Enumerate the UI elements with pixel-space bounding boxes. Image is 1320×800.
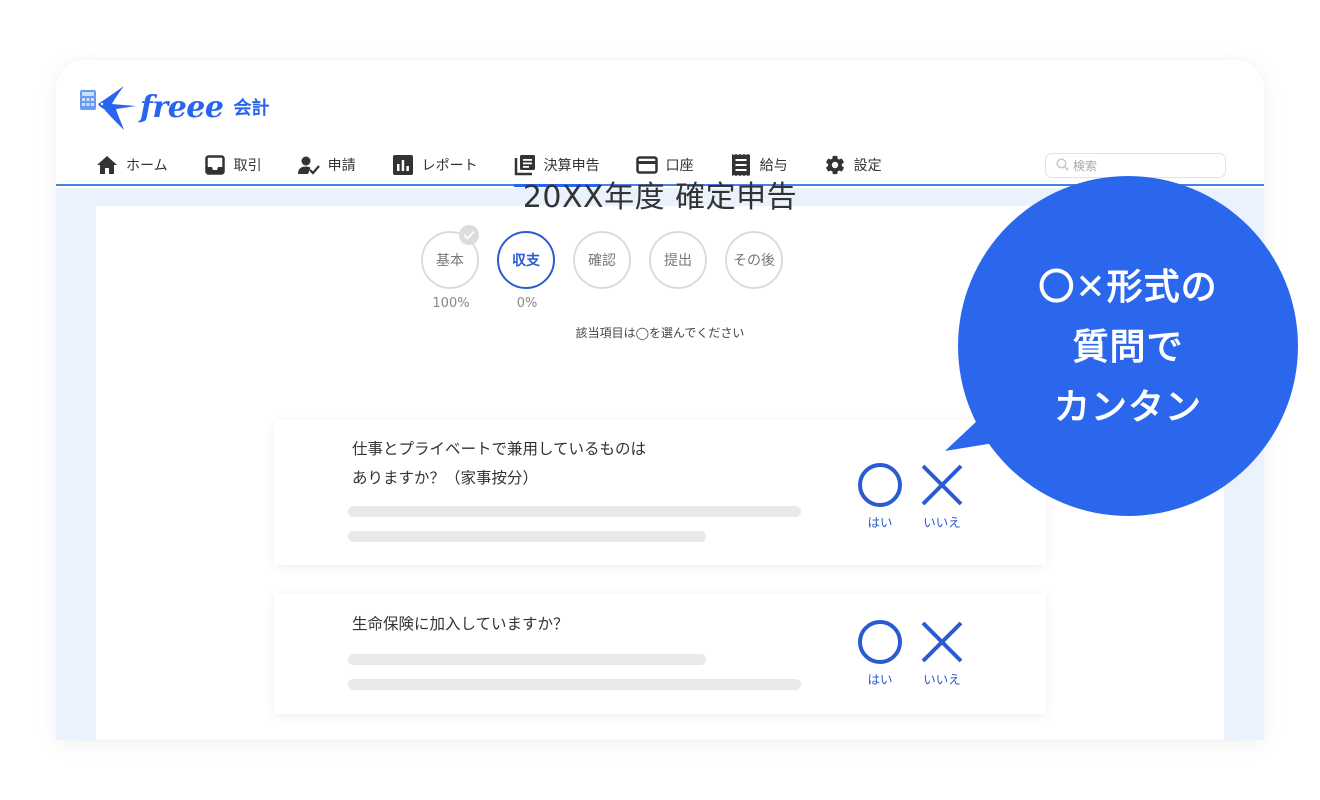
yes-button[interactable]: はい [852,462,908,531]
callout-text: 〇✕形式の 質問で カンタン [957,258,1299,438]
callout-line: カンタン [1053,387,1202,428]
step-progress [649,296,709,312]
progress-steps: 基本 100% 収支 0% 確認 提出 その後 [421,225,801,312]
cross-mark-icon [921,621,963,663]
question-line: 仕事とプライベートで兼用しているものは [352,440,647,458]
search-input[interactable] [1073,158,1213,173]
circle-mark-icon [858,620,902,664]
step-progress: 0% [516,296,538,311]
skeleton-line [348,506,801,517]
yes-label: はい [867,672,893,687]
step-progress [573,296,633,312]
freee-logo[interactable]: freee 会計 [78,82,269,132]
no-label: いいえ [923,515,961,530]
no-button[interactable]: いいえ [914,619,970,688]
skeleton-line [348,679,801,690]
question-text: 生命保険に加入していますか？ [352,610,569,639]
step-submit[interactable]: 提出 [649,231,709,312]
step-circle[interactable]: その後 [725,231,783,289]
step-circle[interactable]: 収支 [497,231,555,289]
yes-label: はい [867,515,893,530]
brand-name: freee [140,89,224,125]
yes-button[interactable]: はい [852,619,908,688]
step-after[interactable]: その後 [725,231,785,312]
skeleton-line [348,654,706,665]
no-label: いいえ [923,672,961,687]
product-name: 会計 [233,98,270,119]
checkmark-icon [459,225,479,245]
step-confirm[interactable]: 確認 [573,231,633,312]
step-basic[interactable]: 基本 100% [421,225,481,312]
step-progress [725,296,785,312]
skeleton-line [348,531,706,542]
cross-mark-icon [921,464,963,506]
no-button[interactable]: いいえ [914,462,970,531]
callout-line: 〇✕形式の [1038,267,1218,308]
callout-line: 質問で [1072,327,1184,368]
question-card: 生命保険に加入していますか？ はい いいえ [274,594,1046,714]
page-title: 20XX年度 確定申告 [522,180,798,215]
question-text: 仕事とプライベートで兼用しているものは ありますか？（家事按分） [352,435,646,493]
circle-mark-icon [858,463,902,507]
step-circle[interactable]: 提出 [649,231,707,289]
question-line: 生命保険に加入していますか？ [352,615,569,633]
question-line: ありますか？（家事按分） [352,469,539,487]
step-income-expense[interactable]: 収支 0% [497,231,557,312]
question-card: 仕事とプライベートで兼用しているものは ありますか？（家事按分） はい いいえ [274,420,1046,565]
step-progress: 100% [432,296,470,311]
step-circle[interactable]: 確認 [573,231,631,289]
calculator-swallow-logo-icon [80,86,136,130]
